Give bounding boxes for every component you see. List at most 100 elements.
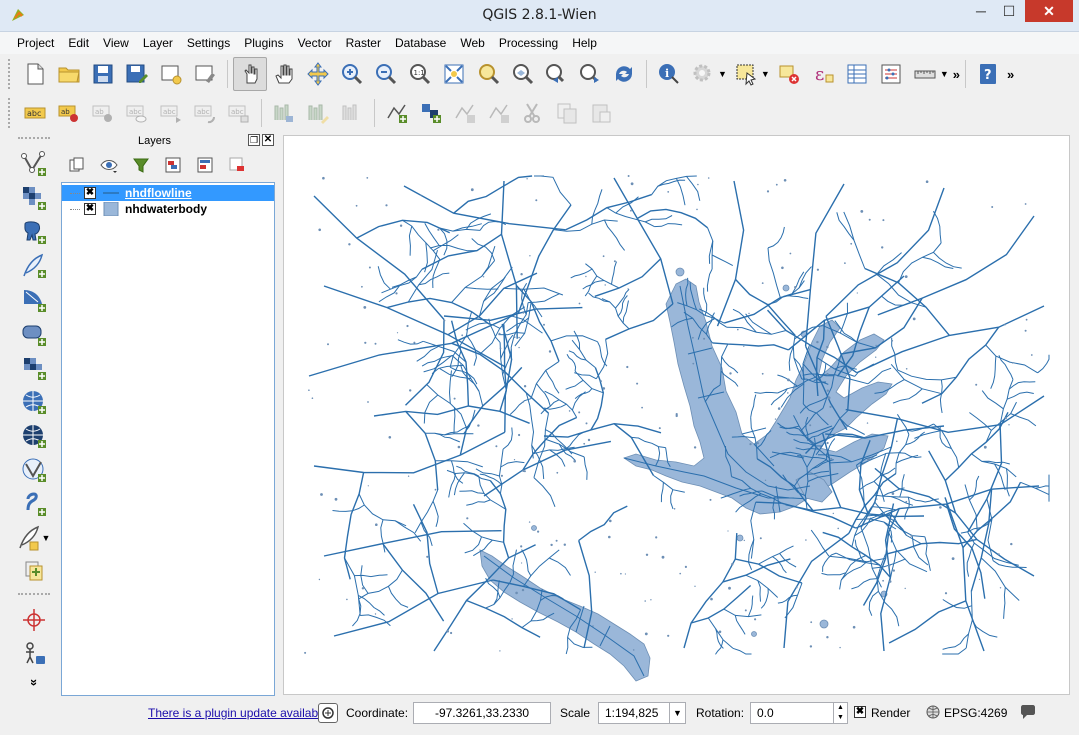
add-virtual-layer-button[interactable]: [14, 487, 54, 521]
menu-plugins[interactable]: Plugins: [237, 32, 290, 54]
move-label-button[interactable]: abc: [154, 96, 188, 130]
delete-selected-button[interactable]: [482, 96, 516, 130]
menu-web[interactable]: Web: [453, 32, 491, 54]
new-project-button[interactable]: [18, 57, 52, 91]
undock-button[interactable]: ❐: [248, 134, 260, 146]
menu-raster[interactable]: Raster: [339, 32, 388, 54]
deselect-features-button[interactable]: [772, 57, 806, 91]
zoom-next-button[interactable]: [573, 57, 607, 91]
zoom-last-button[interactable]: [539, 57, 573, 91]
expand-all-button[interactable]: [162, 154, 184, 176]
zoom-to-selection-button[interactable]: [471, 57, 505, 91]
add-spatialite-layer-button[interactable]: [14, 249, 54, 283]
add-group-button[interactable]: [66, 154, 88, 176]
menu-processing[interactable]: Processing: [492, 32, 565, 54]
copy-features-button[interactable]: [550, 96, 584, 130]
add-oracle-layer-button[interactable]: [14, 317, 54, 351]
save-project-button[interactable]: [86, 57, 120, 91]
run-feature-action-button[interactable]: [686, 57, 720, 91]
gps-tool-button[interactable]: [14, 637, 54, 671]
layer-item-nhdwaterbody[interactable]: ✖ nhdwaterbody: [62, 201, 274, 217]
identify-features-button[interactable]: i: [652, 57, 686, 91]
toolbar-grip[interactable]: [18, 593, 50, 597]
help-contents-button[interactable]: ?: [971, 57, 1005, 91]
add-wms-layer-button[interactable]: [14, 351, 54, 385]
paste-features-button[interactable]: [584, 96, 618, 130]
menu-layer[interactable]: Layer: [136, 32, 180, 54]
statistical-summary-button[interactable]: [874, 57, 908, 91]
scale-combobox[interactable]: 1:194,825 ▼: [598, 702, 686, 724]
collapse-all-button[interactable]: [194, 154, 216, 176]
current-edits-button[interactable]: [267, 96, 301, 130]
zoom-in-button[interactable]: [335, 57, 369, 91]
touch-zoom-pan-button[interactable]: [233, 57, 267, 91]
menu-database[interactable]: Database: [388, 32, 453, 54]
menu-settings[interactable]: Settings: [180, 32, 237, 54]
chevron-down-icon[interactable]: ▼: [669, 703, 685, 723]
open-attribute-table-button[interactable]: [840, 57, 874, 91]
crs-status-label[interactable]: EPSG:4269: [944, 706, 1007, 720]
pin-labels-button[interactable]: ab: [52, 96, 86, 130]
select-features-button[interactable]: [729, 57, 763, 91]
zoom-actual-size-button[interactable]: 1:1: [403, 57, 437, 91]
toolbar-grip[interactable]: [18, 137, 50, 141]
show-hide-labels-button[interactable]: abc: [120, 96, 154, 130]
plugin-update-link[interactable]: There is a plugin update available: [148, 706, 327, 720]
node-tool-button[interactable]: [448, 96, 482, 130]
layer-labeling-options-button[interactable]: abc: [18, 96, 52, 130]
remove-layer-button[interactable]: [14, 555, 54, 589]
toggle-editing-button[interactable]: [301, 96, 335, 130]
menu-project[interactable]: Project: [10, 32, 61, 54]
spin-arrows-icon[interactable]: ▲ ▼: [833, 703, 847, 723]
refresh-button[interactable]: [607, 57, 641, 91]
change-label-button[interactable]: abc: [222, 96, 256, 130]
layer-item-nhdflowline[interactable]: ✖ nhdflowline: [62, 185, 274, 201]
toolbar-grip[interactable]: [8, 59, 14, 89]
coordinate-capture-button[interactable]: [14, 603, 54, 637]
add-wcs-layer-button[interactable]: [14, 385, 54, 419]
add-delimited-text-layer-button[interactable]: [14, 453, 54, 487]
menu-help[interactable]: Help: [565, 32, 604, 54]
composer-manager-button[interactable]: [188, 57, 222, 91]
toolbar-overflow-icon[interactable]: »: [953, 67, 960, 82]
highlight-pinned-labels-button[interactable]: ab: [86, 96, 120, 130]
rotation-spinbox[interactable]: 0.0 ▲ ▼: [750, 702, 848, 724]
layer-visibility-checkbox[interactable]: ✖: [84, 203, 96, 215]
zoom-full-button[interactable]: [437, 57, 471, 91]
coordinate-field[interactable]: -97.3261,33.2330: [413, 702, 551, 724]
add-mssql-layer-button[interactable]: [14, 283, 54, 317]
save-as-button[interactable]: [120, 57, 154, 91]
menu-vector[interactable]: Vector: [291, 32, 339, 54]
new-print-composer-button[interactable]: [154, 57, 188, 91]
cut-features-button[interactable]: [516, 96, 550, 130]
render-checkbox[interactable]: ✖: [854, 706, 866, 718]
panel-close-button[interactable]: ✕: [262, 134, 274, 146]
remove-layer-group-button[interactable]: [226, 154, 248, 176]
add-vector-layer-button[interactable]: [14, 147, 54, 181]
crs-globe-icon[interactable]: [926, 705, 940, 719]
save-layer-edits-button[interactable]: [335, 96, 369, 130]
close-button[interactable]: ✕: [1025, 0, 1073, 22]
add-feature-button[interactable]: [380, 96, 414, 130]
menu-edit[interactable]: Edit: [61, 32, 96, 54]
zoom-out-button[interactable]: [369, 57, 403, 91]
message-log-icon[interactable]: [1020, 705, 1036, 719]
rotate-label-button[interactable]: abc: [188, 96, 222, 130]
menu-view[interactable]: View: [96, 32, 136, 54]
toolbar-overflow-icon[interactable]: »: [1007, 67, 1014, 82]
more-tools-button[interactable]: »: [14, 671, 54, 693]
map-canvas[interactable]: [283, 135, 1070, 695]
minimize-button[interactable]: ─: [967, 0, 995, 22]
maximize-button[interactable]: ☐: [995, 0, 1023, 22]
open-project-button[interactable]: [52, 57, 86, 91]
zoom-to-layer-button[interactable]: [505, 57, 539, 91]
pan-to-selection-button[interactable]: [301, 57, 335, 91]
move-feature-button[interactable]: [414, 96, 448, 130]
scale-lock-button[interactable]: [318, 703, 338, 723]
layer-tree[interactable]: ✖ nhdflowline ✖ nhdwaterbody: [61, 182, 275, 696]
new-shapefile-layer-button[interactable]: ▼: [14, 521, 54, 555]
manage-visibility-button[interactable]: [98, 154, 120, 176]
add-wfs-layer-button[interactable]: [14, 419, 54, 453]
measure-line-button[interactable]: [908, 57, 942, 91]
add-raster-layer-button[interactable]: [14, 181, 54, 215]
